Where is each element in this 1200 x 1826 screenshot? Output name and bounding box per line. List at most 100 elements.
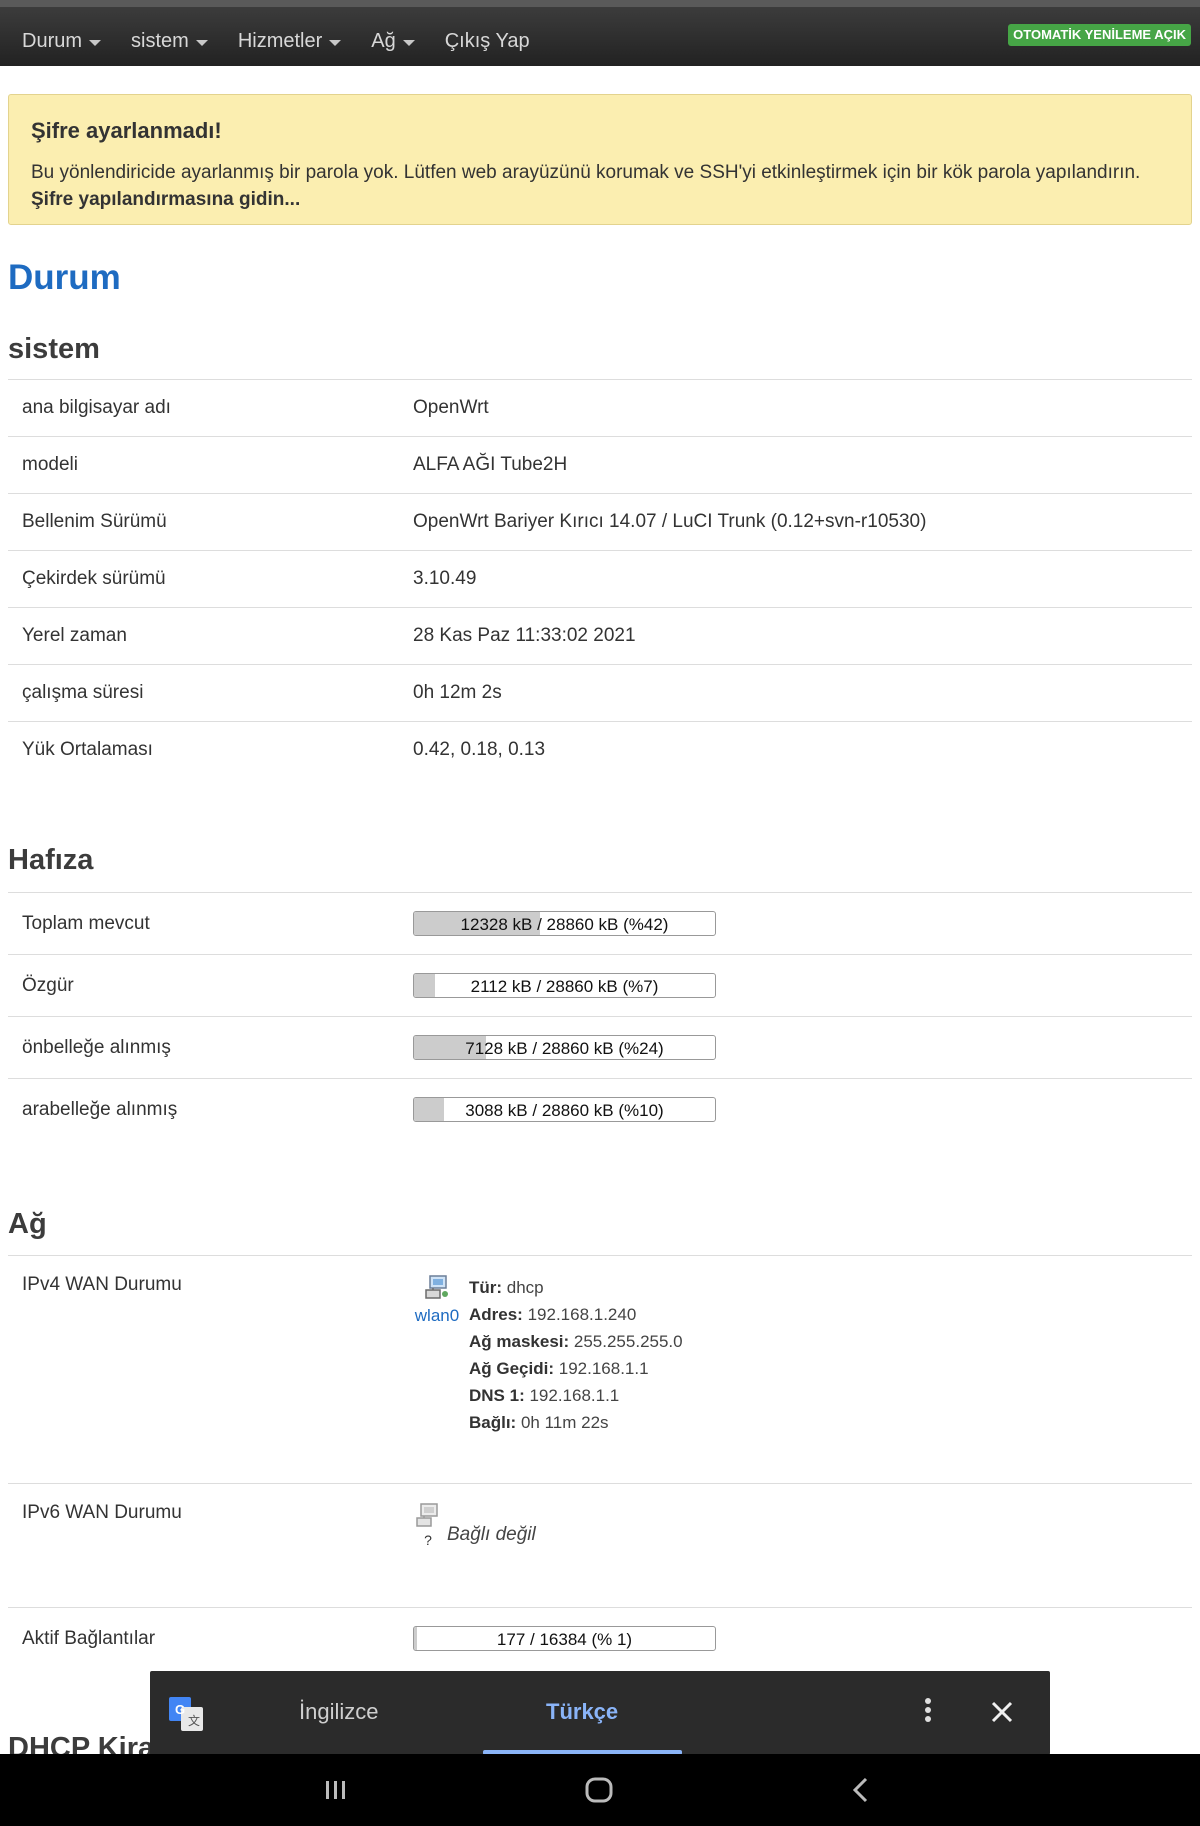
- detail-dns: DNS 1: 192.168.1.1: [469, 1382, 683, 1409]
- svg-text:文: 文: [188, 1713, 200, 1728]
- row-label: IPv6 WAN Durumu: [22, 1502, 182, 1523]
- row-label: Aktif Bağlantılar: [22, 1627, 156, 1649]
- back-icon[interactable]: [846, 1774, 878, 1806]
- nav-item-logout[interactable]: Çıkış Yap: [433, 21, 542, 61]
- detail-type: Tür: dhcp: [469, 1274, 683, 1301]
- row-value: 3088 kB / 28860 kB (%10): [413, 1097, 1192, 1122]
- detail-key: Ağ Geçidi:: [469, 1359, 555, 1378]
- detail-value: 255.255.255.0: [569, 1332, 683, 1351]
- detail-gateway: Ağ Geçidi: 192.168.1.1: [469, 1355, 683, 1382]
- password-config-link[interactable]: Şifre yapılandırmasına gidin...: [31, 189, 300, 210]
- nav-label: Çıkış Yap: [444, 29, 530, 52]
- top-navbar: Durum sistem Hizmetler Ağ Çıkış Yap OTOM…: [0, 0, 1200, 66]
- caret-down-icon: [195, 39, 208, 46]
- nav-label: Hizmetler: [237, 29, 323, 52]
- lang-target-button[interactable]: Türkçe: [546, 1699, 618, 1725]
- recent-apps-icon[interactable]: [320, 1774, 352, 1806]
- alert-text: Bu yönlendiricide ayarlanmış bir parola …: [31, 162, 1141, 183]
- home-icon[interactable]: [583, 1774, 615, 1806]
- iface-icon-wrap: ?: [413, 1502, 443, 1548]
- table-row: ana bilgisayar adı OpenWrt: [8, 379, 1192, 436]
- password-warning-alert: Şifre ayarlanmadı! Bu yönlendiricide aya…: [8, 94, 1192, 225]
- bar-text: 12328 kB / 28860 kB (%42): [460, 915, 669, 934]
- row-label: Yük Ortalaması: [22, 739, 153, 760]
- row-label: modeli: [22, 454, 78, 475]
- caret-down-icon: [89, 39, 102, 46]
- detail-value: 192.168.1.1: [554, 1359, 649, 1378]
- detail-key: Bağlı:: [469, 1413, 517, 1432]
- table-row: modeli ALFA AĞI Tube2H: [8, 436, 1192, 493]
- close-icon[interactable]: [988, 1698, 1016, 1726]
- table-row-ipv6: IPv6 WAN Durumu ? Bağlı değil: [8, 1483, 1192, 1607]
- bar-text: 2112 kB / 28860 kB (%7): [470, 977, 659, 996]
- detail-value: 0h 11m 22s: [516, 1413, 609, 1432]
- google-translate-icon[interactable]: G 文: [169, 1697, 203, 1731]
- row-label: Yerel zaman: [22, 625, 127, 646]
- section-title-system: sistem: [8, 333, 100, 365]
- section-title-memory: Hafıza: [8, 844, 94, 876]
- row-value: 0h 12m 2s: [413, 682, 502, 703]
- section-title-network: Ağ: [8, 1208, 47, 1240]
- lang-source-button[interactable]: İngilizce: [299, 1699, 378, 1725]
- nav-label: Durum: [22, 29, 83, 52]
- nav-item-hizmetler[interactable]: Hizmetler: [226, 21, 353, 61]
- row-value: OpenWrt: [413, 397, 489, 418]
- table-row-ipv4: IPv4 WAN Durumu wlan0 Tür: dhcp Adres: 1…: [8, 1255, 1192, 1483]
- table-row: Bellenim Sürümü OpenWrt Bariyer Kırıcı 14…: [8, 493, 1192, 550]
- table-row: arabelleğe alınmış 3088 kB / 28860 kB (%1…: [8, 1078, 1192, 1140]
- caret-down-icon: [402, 39, 415, 46]
- nav-item-sistem[interactable]: sistem: [119, 21, 220, 61]
- detail-value: dhcp: [502, 1278, 544, 1297]
- row-label: önbelleğe alınmış: [22, 1036, 171, 1058]
- row-label: Toplam mevcut: [22, 912, 150, 934]
- row-label: Çekirdek sürümü: [22, 568, 166, 589]
- iface-unknown: ?: [424, 1532, 432, 1548]
- bar-text: 7128 kB / 28860 kB (%24): [465, 1039, 664, 1058]
- row-value: 7128 kB / 28860 kB (%24): [413, 1035, 1192, 1060]
- translate-bar: G 文 İngilizce Türkçe: [150, 1671, 1050, 1755]
- ipv6-status: ? Bağlı değil: [413, 1502, 1192, 1548]
- caret-down-icon: [329, 39, 342, 46]
- row-label: Özgür: [22, 974, 74, 996]
- auto-refresh-badge[interactable]: OTOMATİK YENİLEME AÇIK: [1008, 24, 1191, 46]
- nav-item-durum[interactable]: Durum: [10, 21, 113, 61]
- system-table: ana bilgisayar adı OpenWrt modeli ALFA AĞI…: [8, 379, 1192, 778]
- detail-value: 192.168.1.240: [522, 1305, 637, 1324]
- ipv4-status: wlan0 Tür: dhcp Adres: 192.168.1.240 Ağ …: [413, 1274, 1192, 1436]
- alert-title: Şifre ayarlanmadı!: [31, 118, 222, 143]
- alert-message: Bu yönlendiricide ayarlanmış bir parola …: [31, 159, 1169, 213]
- detail-key: DNS 1:: [469, 1386, 525, 1405]
- detail-key: Tür:: [469, 1278, 503, 1297]
- more-vert-icon[interactable]: [921, 1695, 935, 1731]
- svg-text:G: G: [175, 1702, 185, 1717]
- row-value: OpenWrt Bariyer Kırıcı 14.07 / LuCI Trun…: [413, 511, 927, 532]
- table-row: önbelleğe alınmış 7128 kB / 28860 kB (%24…: [8, 1016, 1192, 1078]
- row-value: 3.10.49: [413, 568, 477, 589]
- network-table: IPv4 WAN Durumu wlan0 Tür: dhcp Adres: 1…: [8, 1255, 1192, 1669]
- row-value: 12328 kB / 28860 kB (%42): [413, 911, 1192, 936]
- table-row: Toplam mevcut 12328 kB / 28860 kB (%42): [8, 892, 1192, 954]
- memory-table: Toplam mevcut 12328 kB / 28860 kB (%42) Ö…: [8, 892, 1192, 1140]
- row-label: IPv4 WAN Durumu: [22, 1274, 182, 1295]
- detail-key: Ağ maskesi:: [469, 1332, 570, 1351]
- nav-item-ag[interactable]: Ağ: [359, 21, 426, 61]
- row-value: 2112 kB / 28860 kB (%7): [413, 973, 1192, 998]
- table-row: Özgür 2112 kB / 28860 kB (%7): [8, 954, 1192, 1016]
- connections-bar: 177 / 16384 (% 1): [413, 1626, 716, 1651]
- detail-key: Adres:: [469, 1305, 523, 1324]
- row-label: arabelleğe alınmış: [22, 1098, 178, 1120]
- memory-cached-bar: 7128 kB / 28860 kB (%24): [413, 1035, 716, 1060]
- ethernet-icon: [425, 1275, 448, 1299]
- bar-text: 177 / 16384 (% 1): [496, 1630, 633, 1649]
- ipv4-details: Tür: dhcp Adres: 192.168.1.240 Ağ maskes…: [469, 1274, 683, 1436]
- bar-text: 3088 kB / 28860 kB (%10): [465, 1101, 664, 1120]
- detail-netmask: Ağ maskesi: 255.255.255.0: [469, 1328, 683, 1355]
- ipv6-not-connected: Bağlı değil: [447, 1524, 536, 1545]
- iface-link-wlan0[interactable]: wlan0: [415, 1306, 459, 1326]
- table-row-connections: Aktif Bağlantılar 177 / 16384 (% 1): [8, 1607, 1192, 1669]
- ethernet-disconnected-icon: [416, 1503, 438, 1527]
- row-label: çalışma süresi: [22, 682, 144, 703]
- memory-buffered-bar: 3088 kB / 28860 kB (%10): [413, 1097, 716, 1122]
- memory-total-bar: 12328 kB / 28860 kB (%42): [413, 911, 716, 936]
- detail-connected: Bağlı: 0h 11m 22s: [469, 1409, 683, 1436]
